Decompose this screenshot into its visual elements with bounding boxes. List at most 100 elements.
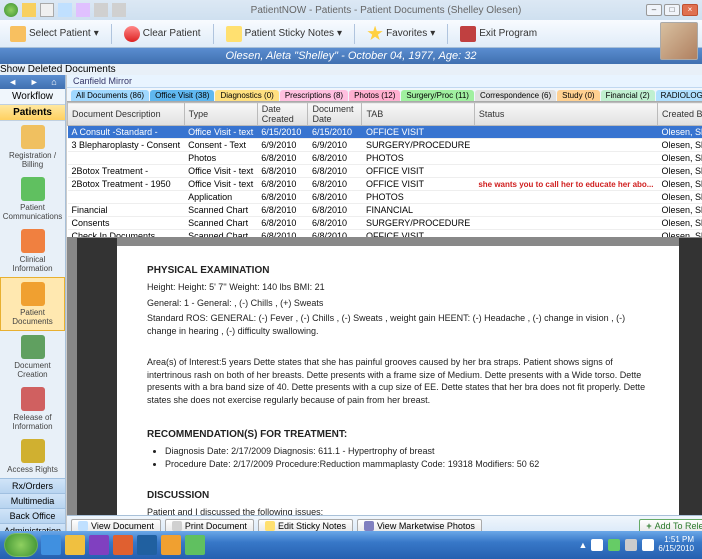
column-header[interactable]: Created By bbox=[657, 103, 702, 126]
tab-study[interactable]: Study (0) bbox=[557, 90, 599, 101]
tab-diagnostics[interactable]: Diagnostics (0) bbox=[215, 90, 278, 101]
tab-financial[interactable]: Financial (2) bbox=[601, 90, 655, 101]
exit-icon bbox=[460, 26, 476, 42]
nav-item-registration-billing[interactable]: Registration / Billing bbox=[0, 121, 65, 173]
table-row[interactable]: 3 Blepharoplasty - ConsentConsent - Text… bbox=[68, 139, 702, 152]
print-icon bbox=[172, 521, 182, 531]
table-row[interactable]: ConsentsScanned Chart6/8/20106/8/2010SUR… bbox=[68, 217, 702, 230]
table-row[interactable]: 2Botox Treatment - 1950Office Visit - te… bbox=[68, 178, 702, 191]
taskbar-app-icon[interactable] bbox=[137, 535, 157, 555]
taskbar-app-icon[interactable] bbox=[89, 535, 109, 555]
patient-avatar[interactable] bbox=[660, 22, 698, 60]
nav-icon bbox=[21, 229, 45, 253]
nav-section-patients[interactable]: Patients bbox=[0, 105, 65, 121]
select-patient-button[interactable]: Select Patient ▾ bbox=[4, 24, 105, 44]
content-area: Canfield Mirror All Documents (86)Office… bbox=[66, 75, 702, 535]
column-header[interactable]: Type bbox=[184, 103, 257, 126]
taskbar-app-icon[interactable] bbox=[161, 535, 181, 555]
table-row[interactable]: Check In DocumentsScanned Chart6/8/20106… bbox=[68, 230, 702, 239]
taskbar-ie-icon[interactable] bbox=[41, 535, 61, 555]
system-tray[interactable]: ▲ 1:51 PM6/15/2010 bbox=[578, 536, 698, 554]
start-button[interactable] bbox=[4, 533, 38, 557]
nav-bottom-multimedia[interactable]: Multimedia bbox=[0, 493, 65, 508]
document-preview[interactable]: PHYSICAL EXAMINATION Height: Height: 5' … bbox=[67, 238, 702, 515]
nav-icon bbox=[21, 282, 45, 306]
tray-icon[interactable] bbox=[608, 539, 620, 551]
close-button[interactable]: × bbox=[682, 4, 698, 16]
qat-icon[interactable] bbox=[112, 3, 126, 17]
qat-icon[interactable] bbox=[76, 3, 90, 17]
qat-icon[interactable] bbox=[58, 3, 72, 17]
tray-volume-icon[interactable] bbox=[642, 539, 654, 551]
qat-icon[interactable] bbox=[94, 3, 108, 17]
tab-correspondence[interactable]: Correspondence (6) bbox=[475, 90, 556, 101]
note-icon bbox=[226, 26, 242, 42]
note-icon bbox=[265, 521, 275, 531]
tab-prescriptions[interactable]: Prescriptions (8) bbox=[280, 90, 348, 101]
qat-icon[interactable] bbox=[40, 3, 54, 17]
tab-photos[interactable]: Photos (12) bbox=[349, 90, 400, 101]
nav-fwd-icon[interactable]: ► bbox=[30, 77, 39, 87]
table-row[interactable]: A Consult -Standard -Office Visit - text… bbox=[68, 126, 702, 139]
column-header[interactable]: Document Description bbox=[68, 103, 185, 126]
document-page: PHYSICAL EXAMINATION Height: Height: 5' … bbox=[117, 246, 679, 515]
tray-icon[interactable] bbox=[625, 539, 637, 551]
qat-icon[interactable] bbox=[22, 3, 36, 17]
title-bar: PatientNOW - Patients - Patient Document… bbox=[0, 0, 702, 20]
nav-item-release-of-information[interactable]: Release of Information bbox=[0, 383, 65, 435]
nav-item-patient-documents[interactable]: Patient Documents bbox=[0, 277, 65, 331]
tray-icon[interactable] bbox=[591, 539, 603, 551]
left-navigation: ◄ ► ⌂ Workflow Patients Registration / Bil… bbox=[0, 75, 66, 535]
tab-surgery/proc[interactable]: Surgery/Proc (11) bbox=[401, 90, 474, 101]
tab-office[interactable]: Office Visit (38) bbox=[150, 90, 214, 101]
show-deleted-link[interactable]: Show Deleted Documents bbox=[0, 64, 702, 75]
nav-item-clinical-information[interactable]: Clinical Information bbox=[0, 225, 65, 277]
main-toolbar: Select Patient ▾ Clear Patient Patient S… bbox=[0, 20, 702, 48]
nav-icon bbox=[21, 125, 45, 149]
column-header[interactable]: TAB bbox=[362, 103, 474, 126]
tray-icon[interactable]: ▲ bbox=[578, 540, 587, 550]
nav-section-workflow[interactable]: Workflow bbox=[0, 89, 65, 105]
nav-back-icon[interactable]: ◄ bbox=[8, 77, 17, 87]
clear-patient-button[interactable]: Clear Patient bbox=[118, 24, 207, 44]
sticky-notes-button[interactable]: Patient Sticky Notes ▾ bbox=[220, 24, 349, 44]
taskbar-app-icon[interactable] bbox=[113, 535, 133, 555]
table-row[interactable]: Photos6/8/20106/8/2010PHOTOSOlesen, Shel… bbox=[68, 152, 702, 165]
nav-item-document-creation[interactable]: Document Creation bbox=[0, 331, 65, 383]
column-header[interactable]: Status bbox=[474, 103, 657, 126]
nav-item-access-rights[interactable]: Access Rights bbox=[0, 435, 65, 478]
nav-icon bbox=[21, 439, 45, 463]
column-header[interactable]: Date Created bbox=[257, 103, 308, 126]
document-grid[interactable]: Document DescriptionTypeDate CreatedDocu… bbox=[67, 102, 702, 238]
doc-icon bbox=[78, 521, 88, 531]
table-row[interactable]: FinancialScanned Chart6/8/20106/8/2010FI… bbox=[68, 204, 702, 217]
star-icon bbox=[367, 26, 383, 42]
subheader: Canfield Mirror bbox=[67, 75, 702, 88]
tab-all[interactable]: All Documents (86) bbox=[71, 90, 149, 101]
maximize-button[interactable]: □ bbox=[664, 4, 680, 16]
heading-physical-exam: PHYSICAL EXAMINATION bbox=[147, 264, 649, 278]
nav-bottom-rx-orders[interactable]: Rx/Orders bbox=[0, 478, 65, 493]
person-icon bbox=[10, 26, 26, 42]
plus-icon: + bbox=[646, 521, 651, 531]
taskbar-app-icon[interactable] bbox=[185, 535, 205, 555]
favorites-button[interactable]: Favorites ▾ bbox=[361, 24, 441, 44]
table-row[interactable]: 2Botox Treatment -Office Visit - text6/8… bbox=[68, 165, 702, 178]
nav-item-patient-communications[interactable]: Patient Communications bbox=[0, 173, 65, 225]
clear-icon bbox=[124, 26, 140, 42]
minimize-button[interactable]: – bbox=[646, 4, 662, 16]
taskbar-clock[interactable]: 1:51 PM6/15/2010 bbox=[658, 536, 698, 554]
qat-icon[interactable] bbox=[4, 3, 18, 17]
nav-bottom-back-office[interactable]: Back Office bbox=[0, 508, 65, 523]
nav-icon bbox=[21, 335, 45, 359]
table-row[interactable]: Application6/8/20106/8/2010PHOTOSOlesen,… bbox=[68, 191, 702, 204]
tab-radiology[interactable]: RADIOLOGY (6) bbox=[656, 90, 702, 101]
windows-taskbar[interactable]: ▲ 1:51 PM6/15/2010 bbox=[0, 531, 702, 559]
document-tabs: All Documents (86)Office Visit (38)Diagn… bbox=[67, 88, 702, 102]
nav-icon bbox=[21, 177, 45, 201]
column-header[interactable]: Document Date bbox=[308, 103, 362, 126]
exit-program-button[interactable]: Exit Program bbox=[454, 24, 543, 44]
nav-home-icon[interactable]: ⌂ bbox=[51, 77, 56, 87]
window-title: PatientNOW - Patients - Patient Document… bbox=[126, 5, 646, 16]
taskbar-explorer-icon[interactable] bbox=[65, 535, 85, 555]
